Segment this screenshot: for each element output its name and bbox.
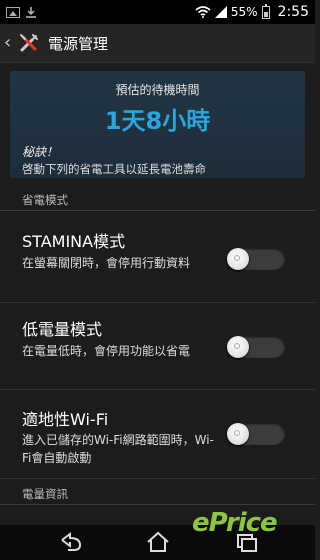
toggle-knob xyxy=(227,336,249,358)
estimate-caption: 預估的待機時間 xyxy=(115,83,200,97)
stamina-toggle[interactable] xyxy=(227,248,285,270)
standby-estimate-card: 預估的待機時間 1天8小時 秘訣！ 啓動下列的省電工具以延長電池壽命 xyxy=(10,71,305,178)
battery-percent: 55% xyxy=(230,5,258,19)
tip-text: 啓動下列的省電工具以延長電池壽命 xyxy=(22,162,206,176)
section-label: 省電模式 xyxy=(22,193,68,207)
setting-description: 在電量低時，會停用功能以省電 xyxy=(22,344,191,358)
action-bar: ‹ 電源管理 xyxy=(0,24,315,63)
back-chevron-icon[interactable]: ‹ xyxy=(0,34,18,52)
signal-strength-icon xyxy=(214,6,227,18)
back-icon[interactable] xyxy=(50,528,90,556)
tools-settings-icon[interactable] xyxy=(18,32,40,54)
home-icon[interactable] xyxy=(138,528,178,556)
status-bar: 55% 2:55 xyxy=(0,0,315,24)
setting-description: 進入已儲存的Wi-Fi網路範圍時，Wi-Fi會自動啟動 xyxy=(22,433,214,465)
low-battery-toggle[interactable] xyxy=(227,336,285,358)
section-label: 電量資訊 xyxy=(22,487,68,501)
battery-icon xyxy=(261,3,270,19)
eprice-watermark: ePrice xyxy=(192,508,278,538)
section-header-power-saving: 省電模式 xyxy=(0,188,315,211)
download-complete-icon xyxy=(26,7,36,18)
setting-title: 適地性Wi-Fi xyxy=(22,410,109,429)
setting-row-stamina[interactable]: STAMINA模式 在螢幕關閉時，會停用行動資料 xyxy=(0,216,315,303)
setting-row-low-battery[interactable]: 低電量模式 在電量低時，會停用功能以省電 xyxy=(0,303,315,390)
page-title: 電源管理 xyxy=(48,34,109,53)
estimate-value: 1天8小時 xyxy=(104,107,211,135)
tip-title: 秘訣！ xyxy=(22,145,59,159)
toggle-knob xyxy=(227,248,249,270)
setting-row-location-wifi[interactable]: 適地性Wi-Fi 進入已儲存的Wi-Fi網路範圍時，Wi-Fi會自動啟動 xyxy=(0,390,315,479)
setting-description: 在螢幕關閉時，會停用行動資料 xyxy=(22,256,191,270)
section-header-power-info: 電量資訊 xyxy=(0,482,315,505)
setting-title: STAMINA模式 xyxy=(22,232,126,251)
location-wifi-toggle[interactable] xyxy=(227,423,285,445)
gallery-notification-icon xyxy=(6,6,20,18)
toggle-knob xyxy=(227,423,249,445)
clock: 2:55 xyxy=(277,4,309,20)
setting-title: 低電量模式 xyxy=(22,320,103,339)
wifi-icon xyxy=(195,6,211,18)
